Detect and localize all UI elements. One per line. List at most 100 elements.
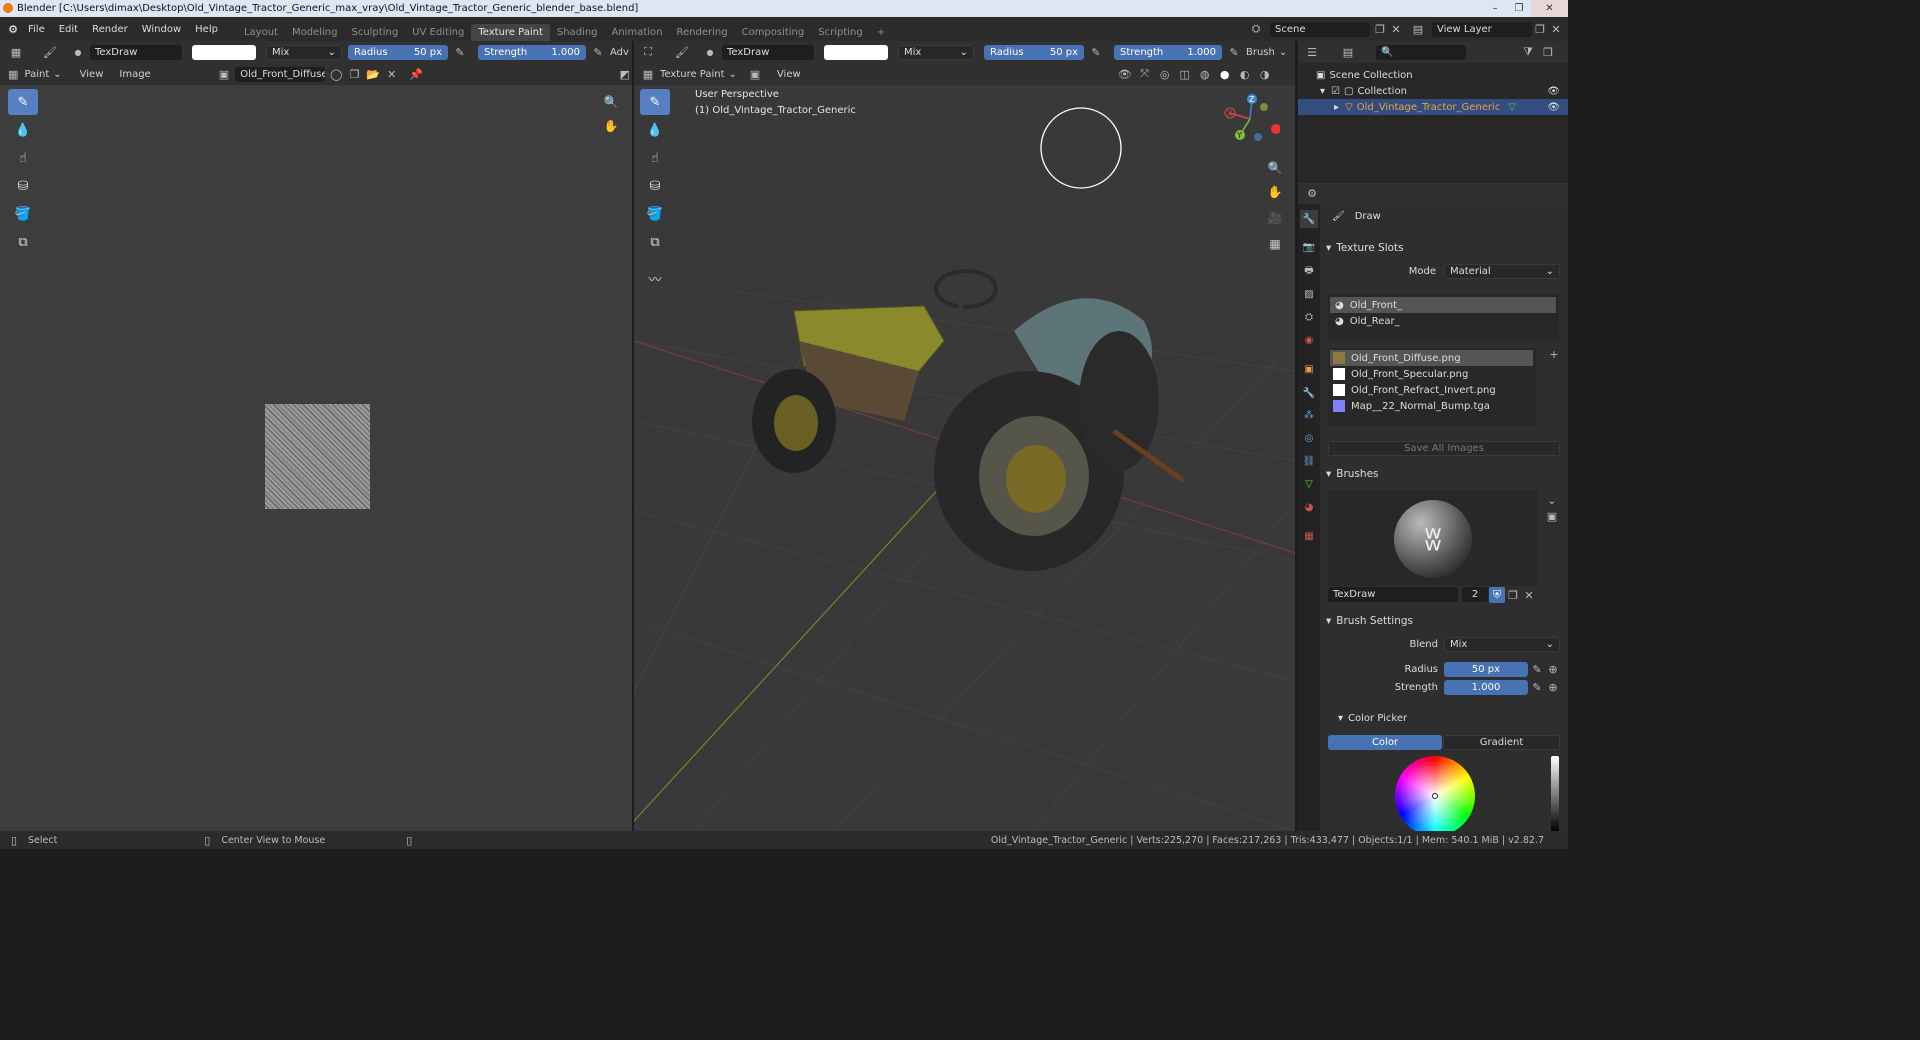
tab-shading[interactable]: Shading: [550, 24, 605, 41]
eye-icon[interactable]: 👁: [1547, 102, 1560, 113]
visibility-icon[interactable]: 👁: [1117, 66, 1133, 82]
brush-name-field[interactable]: TexDraw: [90, 44, 182, 60]
outliner-search-input[interactable]: 🔍: [1376, 44, 1466, 60]
physics-tab-icon[interactable]: ◎: [1300, 429, 1318, 447]
strength-pressure-icon[interactable]: ✎: [590, 44, 606, 60]
fake-user-shield-icon[interactable]: ⛨: [1489, 587, 1505, 603]
fill-tool[interactable]: 🪣: [640, 201, 670, 227]
radius-slider[interactable]: Radius 50 px: [348, 44, 448, 60]
unified-size-icon[interactable]: ⊕: [1545, 661, 1561, 677]
radius-slider[interactable]: 50 px: [1444, 662, 1528, 677]
eye-icon[interactable]: 👁: [1547, 86, 1560, 97]
tab-scripting[interactable]: Scripting: [811, 24, 869, 41]
view-layer-field[interactable]: View Layer: [1432, 22, 1532, 37]
tab-uv-editing[interactable]: UV Editing: [405, 24, 471, 41]
pin-icon[interactable]: 📌: [409, 66, 424, 82]
material-slot-row[interactable]: ◕ Old_Front_: [1330, 297, 1556, 313]
tool-tab-icon[interactable]: 🔧: [1300, 210, 1318, 228]
minimize-button[interactable]: –: [1483, 0, 1507, 17]
brush-dot-icon[interactable]: ●: [70, 44, 86, 60]
menu-render[interactable]: Render: [85, 24, 135, 35]
tractor-model[interactable]: [744, 251, 1184, 571]
new-image-icon[interactable]: ❐: [347, 66, 362, 82]
save-all-images-button[interactable]: Save All Images: [1328, 441, 1560, 456]
tab-sculpting[interactable]: Sculpting: [344, 24, 405, 41]
output-tab-icon[interactable]: 🖶: [1300, 262, 1318, 280]
menu-edit[interactable]: Edit: [52, 24, 85, 35]
image-slot-row[interactable]: Map__22_Normal_Bump.tga: [1330, 398, 1490, 414]
annotate-tool[interactable]: 〰: [640, 265, 670, 291]
image-name-field[interactable]: Old_Front_Diffuse.png: [235, 66, 325, 82]
scene-field[interactable]: Scene: [1270, 22, 1370, 37]
unified-strength-icon[interactable]: ⊕: [1545, 679, 1561, 695]
brush-name-field[interactable]: TexDraw: [722, 44, 814, 60]
tab-compositing[interactable]: Compositing: [735, 24, 812, 41]
menu-help[interactable]: Help: [188, 24, 225, 35]
mode-dropdown[interactable]: Texture Paint: [660, 69, 725, 80]
menu-image[interactable]: Image: [119, 69, 150, 80]
strength-slider[interactable]: Strength 1.000: [478, 44, 586, 60]
smear-tool[interactable]: ☝: [8, 145, 38, 171]
brush-users-count[interactable]: 2: [1462, 587, 1488, 602]
material-tab-icon[interactable]: ◕: [1300, 498, 1318, 516]
strength-pressure-icon[interactable]: ✎: [1226, 44, 1242, 60]
world-tab-icon[interactable]: ◉: [1300, 331, 1318, 349]
pressure-icon[interactable]: ✎: [1529, 661, 1545, 677]
editor-type-icon[interactable]: ☰: [1304, 44, 1320, 60]
remove-scene-icon[interactable]: ✕: [1388, 21, 1404, 37]
new-collection-icon[interactable]: ❐: [1540, 44, 1556, 60]
add-workspace-button[interactable]: +: [870, 24, 892, 41]
view-layer-icon[interactable]: ▤: [1410, 21, 1426, 37]
close-button[interactable]: ✕: [1531, 0, 1568, 17]
open-image-icon[interactable]: 📂: [366, 66, 381, 82]
texture-slots-panel-header[interactable]: ▾ Texture Slots: [1326, 238, 1562, 258]
brush-settings-panel-header[interactable]: ▾ Brush Settings: [1326, 611, 1562, 631]
draw-tool[interactable]: ✎: [640, 89, 670, 115]
chevron-down-icon[interactable]: ⌄: [1544, 492, 1560, 508]
material-slot-row[interactable]: ◕ Old_Rear_: [1330, 313, 1400, 329]
blend-dropdown[interactable]: Mix ⌄: [266, 44, 342, 60]
color-swatch[interactable]: [192, 44, 256, 60]
smear-tool[interactable]: ☝: [640, 145, 670, 171]
rendered-shading-icon[interactable]: ◑: [1257, 66, 1273, 82]
texture-tab-icon[interactable]: ▦: [1300, 527, 1318, 545]
color-wheel-cursor[interactable]: [1432, 793, 1438, 799]
clone-tool[interactable]: ⛁: [640, 173, 670, 199]
soften-tool[interactable]: 💧: [640, 117, 670, 143]
editor-type-icon[interactable]: ▦: [8, 44, 24, 60]
image-browse-icon[interactable]: ▣: [217, 66, 232, 82]
brush-menu[interactable]: Brush: [1246, 47, 1275, 58]
gradient-tab[interactable]: Gradient: [1443, 735, 1560, 750]
modifier-tab-icon[interactable]: 🔧: [1300, 384, 1318, 402]
fill-tool[interactable]: 🪣: [8, 201, 38, 227]
brush-dot-icon[interactable]: ●: [702, 44, 718, 60]
advanced-menu[interactable]: Adv: [610, 47, 629, 58]
radius-slider[interactable]: Radius 50 px: [984, 44, 1084, 60]
fake-user-icon[interactable]: ◯: [329, 66, 344, 82]
outliner-scene-collection[interactable]: ▣ Scene Collection: [1316, 67, 1413, 83]
tab-texture-paint[interactable]: Texture Paint: [471, 24, 550, 41]
color-wheel[interactable]: [1395, 756, 1475, 831]
mask-tool[interactable]: ⧉: [8, 229, 38, 255]
view-layer-tab-icon[interactable]: ▨: [1300, 285, 1318, 303]
color-tab[interactable]: Color: [1328, 735, 1442, 750]
mask-tool[interactable]: ⧉: [640, 229, 670, 255]
maximize-button[interactable]: ❐: [1507, 0, 1531, 17]
brushes-panel-header[interactable]: ▾ Brushes: [1326, 464, 1562, 484]
remove-view-layer-icon[interactable]: ✕: [1548, 21, 1564, 37]
xray-icon[interactable]: ◫: [1177, 66, 1193, 82]
object-tab-icon[interactable]: ▣: [1300, 360, 1318, 378]
tab-rendering[interactable]: Rendering: [669, 24, 734, 41]
material-shading-icon[interactable]: ◐: [1237, 66, 1253, 82]
constraints-tab-icon[interactable]: ⛓: [1300, 452, 1318, 470]
blend-dropdown[interactable]: Mix ⌄: [898, 44, 974, 60]
brush-name-field[interactable]: TexDraw: [1328, 587, 1458, 602]
strength-slider[interactable]: 1.000: [1444, 680, 1528, 695]
zoom-icon[interactable]: 🔍: [600, 91, 622, 113]
editor-type-icon[interactable]: ⚙: [1304, 185, 1320, 201]
image-slot-row[interactable]: Old_Front_Specular.png: [1330, 366, 1468, 382]
image-slot-row[interactable]: Old_Front_Refract_Invert.png: [1330, 382, 1496, 398]
unlink-image-icon[interactable]: ✕: [384, 66, 399, 82]
image-slot-row[interactable]: Old_Front_Diffuse.png: [1330, 350, 1533, 366]
camera-icon[interactable]: 🎥: [1264, 207, 1286, 229]
